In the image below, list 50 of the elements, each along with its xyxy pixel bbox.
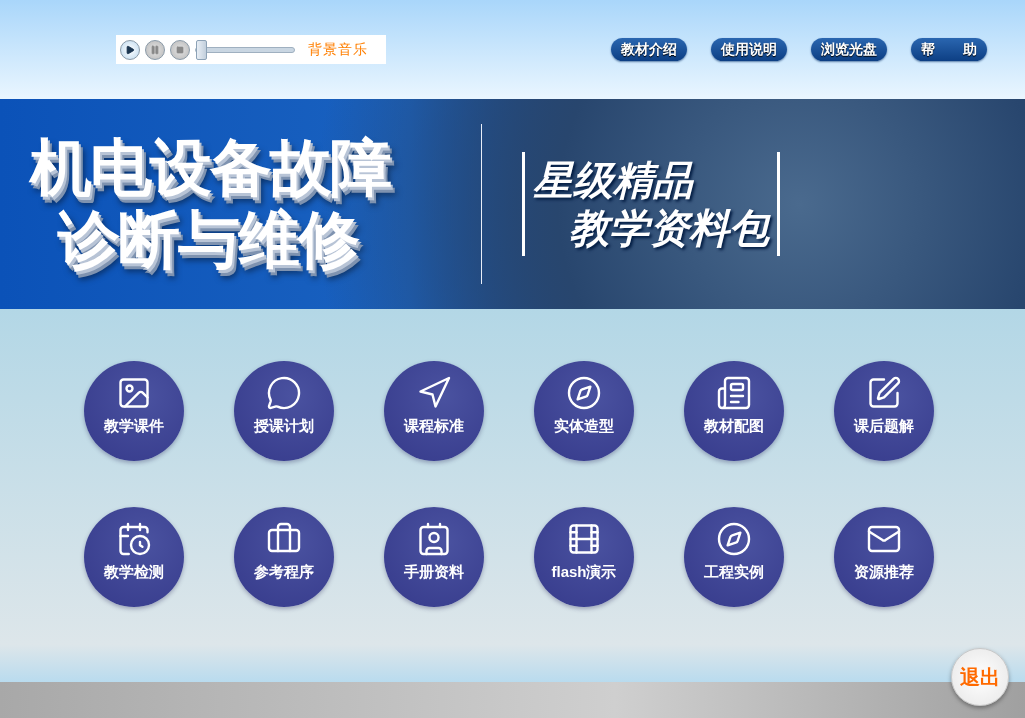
- menu-tile[interactable]: 教学检测: [84, 507, 184, 607]
- tile-label: 教学检测: [104, 563, 164, 582]
- menu-tile[interactable]: flash演示: [534, 507, 634, 607]
- tile-label: 教材配图: [704, 417, 764, 436]
- pause-button[interactable]: [145, 39, 165, 60]
- tile-label: 教学课件: [104, 417, 164, 436]
- menu-tile[interactable]: 授课计划: [234, 361, 334, 461]
- menu-tile[interactable]: 实体造型: [534, 361, 634, 461]
- banner-title: 机电设备故障: [30, 132, 392, 204]
- tile-label: 课后题解: [854, 417, 914, 436]
- tile-label: 资源推荐: [854, 563, 914, 582]
- slider-thumb[interactable]: [196, 39, 207, 60]
- id-card-icon: [416, 521, 452, 557]
- tile-label: 授课计划: [254, 417, 314, 436]
- stop-icon: [176, 45, 184, 54]
- nav-button[interactable]: 帮 助: [911, 38, 987, 61]
- navigation-arrow-icon: [416, 375, 452, 411]
- layout-icon: [716, 375, 752, 411]
- play-icon: [125, 44, 135, 55]
- calendar-clock-icon: [116, 521, 152, 557]
- tile-label: 参考程序: [254, 563, 314, 582]
- tile-label: flash演示: [551, 563, 617, 582]
- nav-button[interactable]: 教材介绍: [611, 38, 687, 61]
- tile-label: 实体造型: [554, 417, 614, 436]
- picture-icon: [116, 375, 152, 411]
- menu-tile[interactable]: 参考程序: [234, 507, 334, 607]
- speech-bubble-icon: [266, 375, 302, 411]
- banner-title: 诊断与维修: [58, 204, 360, 276]
- nav-button[interactable]: 浏览光盘: [811, 38, 887, 61]
- banner-subtitle: 教学资料包: [569, 204, 769, 252]
- edit-document-icon: [866, 375, 902, 411]
- tile-label: 手册资料: [404, 563, 464, 582]
- menu-tile[interactable]: 资源推荐: [834, 507, 934, 607]
- film-icon: [566, 521, 602, 557]
- nav-button[interactable]: 使用说明: [711, 38, 787, 61]
- menu-tile[interactable]: 教材配图: [684, 361, 784, 461]
- tile-label: 工程实例: [704, 563, 764, 582]
- menu-tile[interactable]: 教学课件: [84, 361, 184, 461]
- menu-tile[interactable]: 工程实例: [684, 507, 784, 607]
- pause-icon: [150, 44, 160, 55]
- menu-tile[interactable]: 课后题解: [834, 361, 934, 461]
- menu-tile[interactable]: 手册资料: [384, 507, 484, 607]
- stop-button[interactable]: [170, 39, 190, 60]
- tile-label: 课程标准: [404, 417, 464, 436]
- compass-icon: [566, 375, 602, 411]
- banner-subtitle: 星级精品: [533, 156, 695, 204]
- music-label: 背景音乐: [308, 40, 368, 59]
- menu-tile[interactable]: 课程标准: [384, 361, 484, 461]
- compass-icon: [716, 521, 752, 557]
- play-button[interactable]: [120, 39, 140, 60]
